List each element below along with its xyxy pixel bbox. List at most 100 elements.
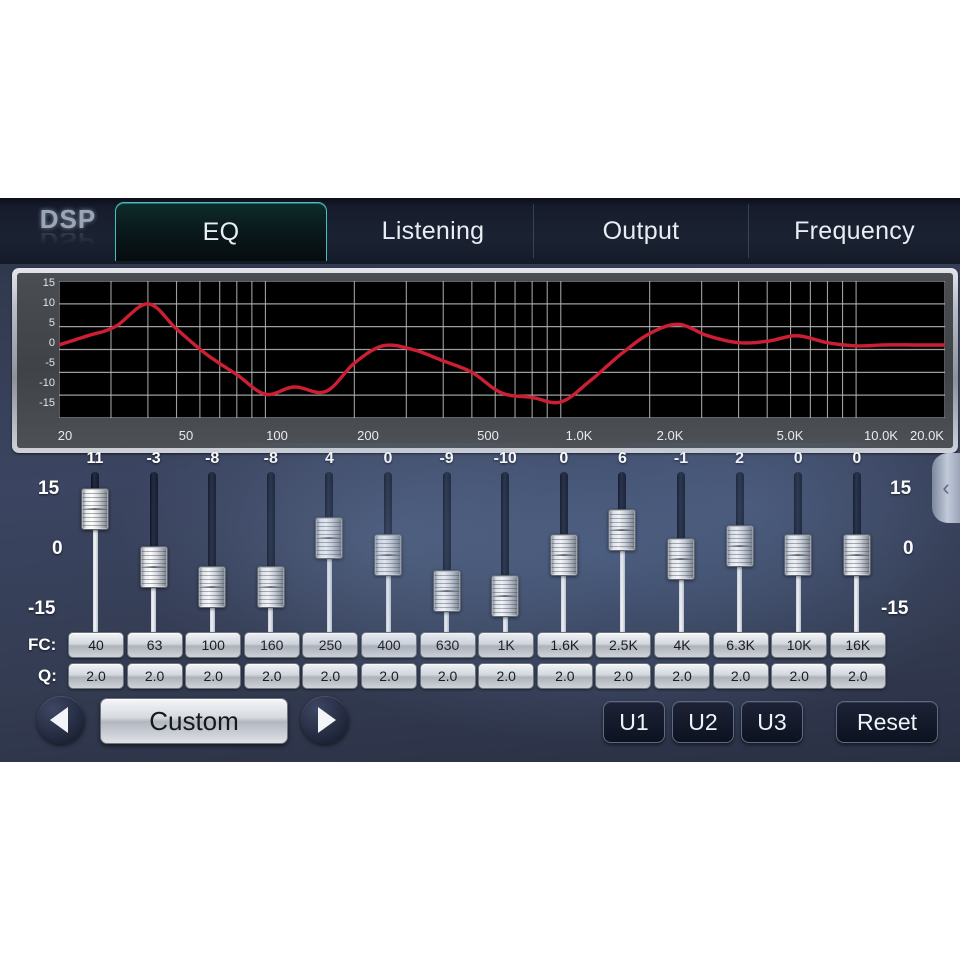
eq-band-gain-value: 2 <box>735 450 745 467</box>
panel-collapse-handle[interactable]: ‹ <box>932 453 960 523</box>
slider-thumb[interactable] <box>198 566 227 609</box>
eq-band: -10 <box>476 450 534 645</box>
eq-band-gain-value: 0 <box>852 450 862 467</box>
eq-band-slider[interactable] <box>491 472 520 635</box>
eq-band-slider[interactable] <box>842 472 871 635</box>
fc-cell[interactable]: 4K <box>654 632 710 658</box>
fc-cell[interactable]: 16K <box>829 632 886 658</box>
q-cell[interactable]: 2.0 <box>478 663 535 689</box>
q-cell[interactable]: 2.0 <box>185 663 242 689</box>
eq-band-gain-value: 0 <box>793 450 803 467</box>
q-cell[interactable]: 2.0 <box>829 663 886 689</box>
gain-scale-bottom-right: -15 <box>881 598 909 619</box>
eq-band: 11 <box>66 450 124 645</box>
eq-band-slider[interactable] <box>784 472 813 635</box>
user-preset-u2-button[interactable]: U2 <box>672 701 734 743</box>
preset-name-button[interactable]: Custom <box>100 698 288 744</box>
eq-band-gain-value: -10 <box>493 450 517 467</box>
slider-thumb[interactable] <box>432 570 461 613</box>
q-cell[interactable]: 2.0 <box>419 663 476 689</box>
q-cell[interactable]: 2.0 <box>771 663 828 689</box>
eq-band-slider[interactable] <box>81 472 109 635</box>
slider-thumb[interactable] <box>725 525 754 568</box>
slider-thumb[interactable] <box>549 533 578 576</box>
fc-cell[interactable]: 250 <box>302 632 359 658</box>
eq-band-slider[interactable] <box>667 472 695 635</box>
fc-cell[interactable]: 1.6K <box>536 632 593 658</box>
fc-row-label: FC: <box>28 635 57 654</box>
fc-cell[interactable]: 400 <box>361 632 417 658</box>
fc-cell[interactable]: 10K <box>771 632 828 658</box>
eq-band: -8 <box>242 450 300 645</box>
slider-thumb[interactable] <box>608 508 637 551</box>
fc-cell[interactable]: 160 <box>243 632 300 658</box>
eq-band-slider[interactable] <box>725 472 754 635</box>
q-cell[interactable]: 2.0 <box>595 663 652 689</box>
fc-cell[interactable]: 1K <box>478 632 535 658</box>
fc-cell[interactable]: 2.5K <box>595 632 652 658</box>
eq-band-slider[interactable] <box>256 472 285 635</box>
graph-x-tick: 20 <box>57 428 73 443</box>
slider-thumb[interactable] <box>842 533 871 576</box>
user-preset-u1-button[interactable]: U1 <box>603 701 665 743</box>
q-cell[interactable]: 2.0 <box>243 663 300 689</box>
eq-band: 0 <box>828 450 886 645</box>
fc-cell[interactable]: 100 <box>185 632 242 658</box>
eq-band-slider[interactable] <box>198 472 227 635</box>
eq-band: -8 <box>183 450 241 645</box>
slider-thumb[interactable] <box>81 488 109 531</box>
fc-cell[interactable]: 40 <box>68 632 124 658</box>
tab-output[interactable]: Output <box>535 198 747 264</box>
q-cell[interactable]: 2.0 <box>302 663 359 689</box>
tab-separator <box>748 204 749 258</box>
eq-band-gain-value: -1 <box>673 450 689 467</box>
q-cell[interactable]: 2.0 <box>126 663 183 689</box>
preset-prev-button[interactable] <box>37 696 85 744</box>
eq-band-gain-value: -3 <box>146 450 161 467</box>
graph-x-tick: 100 <box>266 428 288 443</box>
eq-curve-svg <box>59 281 945 418</box>
dsp-logo-reflection: DSP <box>39 226 97 256</box>
slider-thumb[interactable] <box>139 545 168 588</box>
eq-band: 0 <box>535 450 593 645</box>
fc-cell[interactable]: 630 <box>419 632 476 658</box>
dsp-logo: DSP DSP <box>18 206 118 260</box>
fc-cell[interactable]: 63 <box>126 632 183 658</box>
eq-band-slider[interactable] <box>549 472 578 635</box>
q-cell[interactable]: 2.0 <box>712 663 769 689</box>
user-preset-u3-button[interactable]: U3 <box>741 701 803 743</box>
slider-thumb[interactable] <box>667 537 695 580</box>
eq-response-graph: 15 10 5 0 -5 -10 -15 20 50 100 200 500 1… <box>12 268 958 453</box>
tab-bar: DSP DSP EQ Listening Output Frequency <box>0 198 960 264</box>
preset-next-button[interactable] <box>301 696 349 744</box>
tab-frequency[interactable]: Frequency <box>749 198 960 264</box>
q-cell[interactable]: 2.0 <box>536 663 593 689</box>
graph-x-tick: 1.0K <box>565 428 593 443</box>
slider-thumb[interactable] <box>784 533 813 576</box>
tab-eq[interactable]: EQ <box>115 202 327 261</box>
eq-band-slider[interactable] <box>139 472 168 635</box>
q-cell[interactable]: 2.0 <box>361 663 417 689</box>
fc-cell[interactable]: 6.3K <box>712 632 769 658</box>
q-cell[interactable]: 2.0 <box>68 663 124 689</box>
slider-thumb[interactable] <box>491 574 520 617</box>
graph-x-tick: 50 <box>178 428 194 443</box>
slider-thumb[interactable] <box>374 533 402 576</box>
tab-listening[interactable]: Listening <box>333 198 533 264</box>
graph-gridlines <box>59 281 945 418</box>
slider-thumb[interactable] <box>315 517 344 560</box>
eq-band-slider[interactable] <box>432 472 461 635</box>
equalizer-sliders: 11 -3 -8 -8 4 0 -9 -10 0 6 -1 2 0 0 <box>0 450 960 645</box>
eq-band: -3 <box>125 450 183 645</box>
eq-band-slider[interactable] <box>315 472 344 635</box>
eq-band-gain-value: -9 <box>439 450 454 467</box>
slider-thumb[interactable] <box>256 566 285 609</box>
q-cell[interactable]: 2.0 <box>654 663 710 689</box>
eq-band-slider[interactable] <box>608 472 637 635</box>
reset-button[interactable]: Reset <box>836 701 938 743</box>
graph-y-tick: 5 <box>48 317 55 329</box>
graph-x-tick: 500 <box>477 428 499 443</box>
graph-y-tick: -10 <box>39 377 55 389</box>
eq-band-slider[interactable] <box>374 472 402 635</box>
eq-band-gain-value: 11 <box>86 450 104 467</box>
